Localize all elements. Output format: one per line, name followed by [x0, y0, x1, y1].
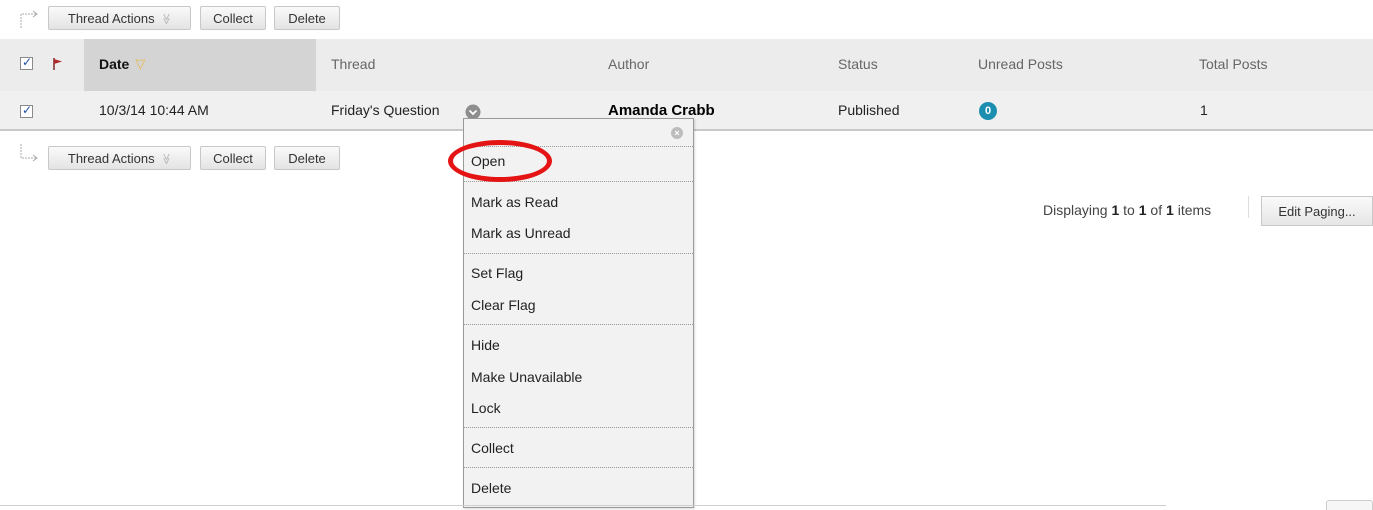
edit-paging-button[interactable]: Edit Paging...: [1261, 196, 1373, 226]
select-all-checkbox[interactable]: [20, 55, 33, 70]
row-checkbox[interactable]: [20, 103, 33, 118]
paging-to: 1: [1138, 202, 1147, 218]
thread-actions-button[interactable]: Thread Actions ≫: [48, 146, 191, 170]
close-icon[interactable]: ×: [671, 127, 683, 139]
double-chevron-icon: ≫: [159, 12, 172, 24]
menu-item-mark-as-unread[interactable]: Mark as Unread: [471, 225, 571, 241]
delete-button[interactable]: Delete: [274, 6, 340, 30]
cell-total-posts: 1: [1200, 102, 1208, 118]
collect-button[interactable]: Collect: [200, 146, 266, 170]
top-action-bar: Thread Actions ≫ Collect Delete: [0, 4, 1373, 32]
menu-item-delete[interactable]: Delete: [471, 480, 511, 496]
thread-actions-label: Thread Actions: [67, 10, 155, 26]
menu-divider: [464, 324, 693, 325]
paging-to-word: to: [1119, 202, 1139, 218]
menu-item-hide[interactable]: Hide: [471, 337, 500, 353]
cell-date: 10/3/14 10:44 AM: [99, 102, 209, 118]
menu-item-make-unavailable[interactable]: Make Unavailable: [471, 369, 582, 385]
page-corner-tab: [1326, 500, 1373, 510]
menu-item-collect[interactable]: Collect: [471, 440, 514, 456]
page-bottom-rule: [0, 505, 1166, 506]
double-chevron-icon: ≫: [159, 152, 172, 164]
connector-arrow-icon: [20, 144, 38, 162]
column-thread[interactable]: Thread: [331, 56, 375, 72]
thread-context-menu: × Open Mark as Read Mark as Unread Set F…: [463, 118, 694, 508]
connector-arrow-icon: [20, 10, 38, 28]
delete-button[interactable]: Delete: [274, 146, 340, 170]
column-status[interactable]: Status: [838, 56, 878, 72]
menu-item-lock[interactable]: Lock: [471, 400, 501, 416]
sort-descending-icon: ▽: [135, 56, 146, 71]
paging-divider: [1248, 196, 1249, 218]
menu-close-bar: ×: [464, 119, 693, 147]
column-unread-posts[interactable]: Unread Posts: [978, 56, 1063, 72]
cell-author[interactable]: Amanda Crabb: [608, 102, 715, 119]
paging-total: 1: [1166, 202, 1174, 218]
column-date-label: Date: [99, 56, 130, 72]
column-total-posts[interactable]: Total Posts: [1199, 56, 1267, 72]
column-author[interactable]: Author: [608, 56, 649, 72]
table-header: Date ▽ Thread Author Status Unread Posts…: [0, 39, 1373, 91]
thread-actions-label: Thread Actions: [67, 150, 155, 166]
menu-item-mark-as-read[interactable]: Mark as Read: [471, 194, 558, 210]
cell-thread-link[interactable]: Friday's Question: [331, 102, 440, 118]
menu-divider: [464, 181, 693, 182]
menu-divider: [464, 467, 693, 468]
paging-suffix: items: [1173, 202, 1212, 218]
collect-button[interactable]: Collect: [200, 6, 266, 30]
column-date[interactable]: Date ▽: [99, 56, 145, 72]
paging-summary: Displaying 1 to 1 of 1 items: [1043, 202, 1211, 218]
menu-item-set-flag[interactable]: Set Flag: [471, 265, 523, 281]
unread-count-badge[interactable]: 0: [979, 102, 997, 120]
flag-icon[interactable]: [51, 57, 63, 71]
menu-item-clear-flag[interactable]: Clear Flag: [471, 297, 536, 313]
menu-item-open[interactable]: Open: [471, 153, 505, 169]
menu-divider: [464, 427, 693, 428]
paging-prefix: Displaying: [1043, 202, 1112, 218]
cell-status: Published: [838, 102, 900, 118]
paging-of-word: of: [1146, 202, 1167, 218]
thread-actions-button[interactable]: Thread Actions ≫: [48, 6, 191, 30]
menu-divider: [464, 253, 693, 254]
